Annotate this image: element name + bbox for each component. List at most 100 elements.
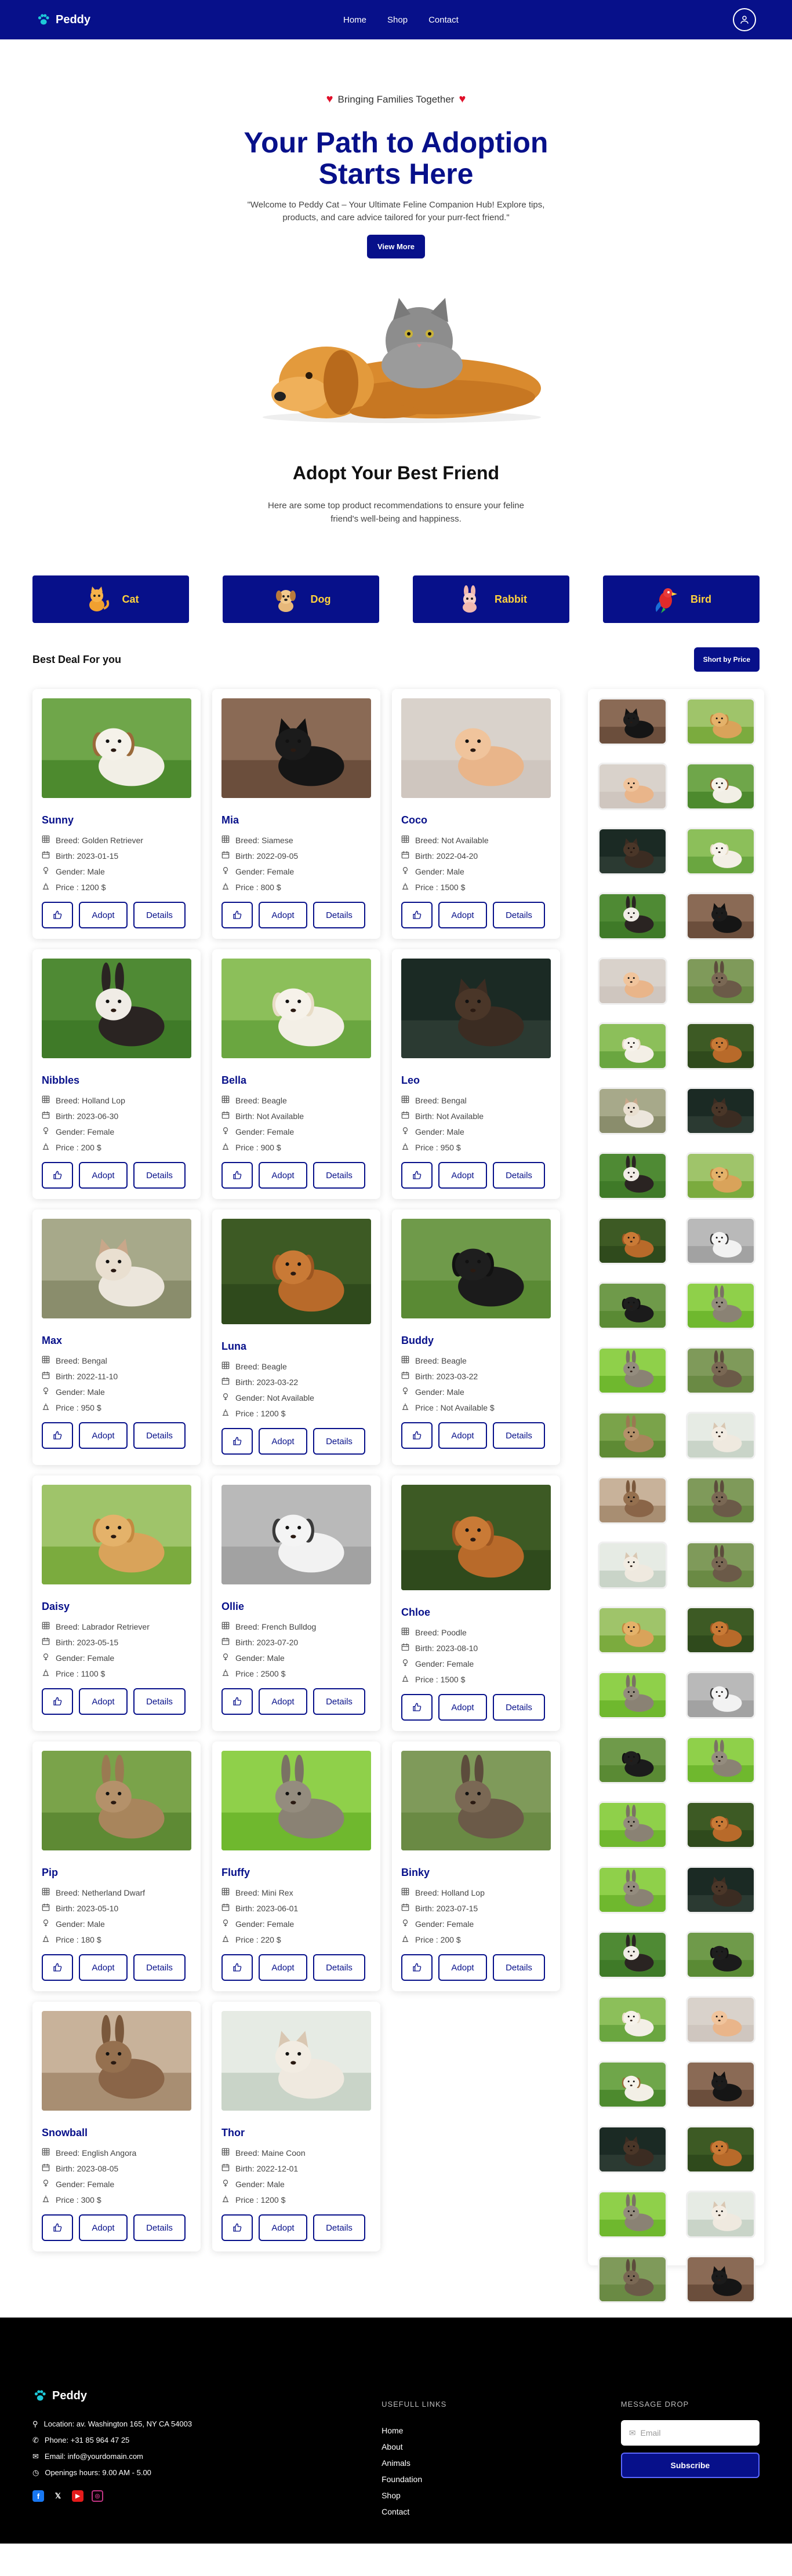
- liked-pet-thumbnail[interactable]: [688, 1154, 754, 1198]
- liked-pet-thumbnail[interactable]: [600, 699, 666, 744]
- like-button[interactable]: [401, 1694, 433, 1721]
- details-button[interactable]: Details: [133, 1954, 186, 1981]
- liked-pet-thumbnail[interactable]: [600, 1089, 666, 1133]
- like-button[interactable]: [401, 1954, 433, 1981]
- liked-pet-thumbnail[interactable]: [600, 1868, 666, 1912]
- liked-pet-thumbnail[interactable]: [600, 1154, 666, 1198]
- adopt-button[interactable]: Adopt: [259, 2214, 307, 2241]
- liked-pet-thumbnail[interactable]: [600, 1478, 666, 1522]
- adopt-button[interactable]: Adopt: [259, 1954, 307, 1981]
- category-rabbit-button[interactable]: Rabbit: [413, 575, 569, 623]
- liked-pet-thumbnail[interactable]: [600, 1673, 666, 1717]
- like-button[interactable]: [221, 1954, 253, 1981]
- like-button[interactable]: [401, 1162, 433, 1189]
- like-button[interactable]: [42, 1954, 73, 1981]
- details-button[interactable]: Details: [313, 2214, 365, 2241]
- like-button[interactable]: [221, 1688, 253, 1715]
- liked-pet-thumbnail[interactable]: [688, 1413, 754, 1458]
- like-button[interactable]: [42, 1688, 73, 1715]
- instagram-icon[interactable]: ◎: [92, 2490, 103, 2502]
- liked-pet-thumbnail[interactable]: [688, 1998, 754, 2042]
- liked-pet-thumbnail[interactable]: [688, 764, 754, 808]
- adopt-button[interactable]: Adopt: [438, 1422, 487, 1449]
- liked-pet-thumbnail[interactable]: [688, 1608, 754, 1652]
- x-icon[interactable]: 𝕏: [52, 2490, 64, 2502]
- liked-pet-thumbnail[interactable]: [688, 1738, 754, 1782]
- adopt-button[interactable]: Adopt: [438, 1694, 487, 1721]
- nav-shop-link[interactable]: Shop: [387, 15, 408, 25]
- adopt-button[interactable]: Adopt: [79, 902, 128, 928]
- view-more-button[interactable]: View More: [366, 235, 426, 258]
- youtube-icon[interactable]: ▶: [72, 2490, 83, 2502]
- facebook-icon[interactable]: f: [32, 2490, 44, 2502]
- liked-pet-thumbnail[interactable]: [600, 1608, 666, 1652]
- like-button[interactable]: [42, 1162, 73, 1189]
- adopt-button[interactable]: Adopt: [79, 1688, 128, 1715]
- like-button[interactable]: [221, 1428, 253, 1455]
- footer-link-shop[interactable]: Shop: [382, 2487, 621, 2504]
- adopt-button[interactable]: Adopt: [79, 1422, 128, 1449]
- nav-contact-link[interactable]: Contact: [428, 15, 459, 25]
- user-profile-button[interactable]: [733, 8, 756, 31]
- liked-pet-thumbnail[interactable]: [600, 1803, 666, 1847]
- details-button[interactable]: Details: [133, 2214, 186, 2241]
- liked-pet-thumbnail[interactable]: [688, 1349, 754, 1393]
- details-button[interactable]: Details: [493, 1422, 545, 1449]
- liked-pet-thumbnail[interactable]: [600, 1738, 666, 1782]
- liked-pet-thumbnail[interactable]: [600, 2192, 666, 2236]
- liked-pet-thumbnail[interactable]: [600, 1284, 666, 1328]
- like-button[interactable]: [401, 1422, 433, 1449]
- liked-pet-thumbnail[interactable]: [688, 1478, 754, 1522]
- liked-pet-thumbnail[interactable]: [688, 1284, 754, 1328]
- like-button[interactable]: [221, 1162, 253, 1189]
- liked-pet-thumbnail[interactable]: [600, 829, 666, 873]
- adopt-button[interactable]: Adopt: [438, 902, 487, 928]
- liked-pet-thumbnail[interactable]: [688, 1024, 754, 1068]
- liked-pet-thumbnail[interactable]: [600, 2127, 666, 2171]
- adopt-button[interactable]: Adopt: [438, 1162, 487, 1189]
- like-button[interactable]: [42, 2214, 73, 2241]
- liked-pet-thumbnail[interactable]: [688, 2127, 754, 2171]
- adopt-button[interactable]: Adopt: [259, 1428, 307, 1455]
- footer-link-home[interactable]: Home: [382, 2422, 621, 2439]
- details-button[interactable]: Details: [493, 1162, 545, 1189]
- liked-pet-thumbnail[interactable]: [688, 1089, 754, 1133]
- adopt-button[interactable]: Adopt: [79, 1954, 128, 1981]
- details-button[interactable]: Details: [313, 1162, 365, 1189]
- liked-pet-thumbnail[interactable]: [600, 2257, 666, 2301]
- liked-pet-thumbnail[interactable]: [688, 959, 754, 1003]
- liked-pet-thumbnail[interactable]: [688, 829, 754, 873]
- liked-pet-thumbnail[interactable]: [688, 1933, 754, 1977]
- footer-link-foundation[interactable]: Foundation: [382, 2471, 621, 2487]
- liked-pet-thumbnail[interactable]: [688, 1803, 754, 1847]
- liked-pet-thumbnail[interactable]: [600, 2063, 666, 2107]
- adopt-button[interactable]: Adopt: [79, 1162, 128, 1189]
- liked-pet-thumbnail[interactable]: [600, 1933, 666, 1977]
- details-button[interactable]: Details: [313, 1428, 365, 1455]
- adopt-button[interactable]: Adopt: [79, 2214, 128, 2241]
- details-button[interactable]: Details: [493, 1694, 545, 1721]
- like-button[interactable]: [42, 902, 73, 928]
- liked-pet-thumbnail[interactable]: [688, 1868, 754, 1912]
- footer-link-animals[interactable]: Animals: [382, 2455, 621, 2471]
- liked-pet-thumbnail[interactable]: [600, 764, 666, 808]
- liked-pet-thumbnail[interactable]: [600, 959, 666, 1003]
- details-button[interactable]: Details: [493, 902, 545, 928]
- details-button[interactable]: Details: [133, 902, 186, 928]
- adopt-button[interactable]: Adopt: [438, 1954, 487, 1981]
- footer-link-contact[interactable]: Contact: [382, 2504, 621, 2520]
- like-button[interactable]: [42, 1422, 73, 1449]
- footer-brand[interactable]: Peddy: [32, 2388, 382, 2403]
- adopt-button[interactable]: Adopt: [259, 1688, 307, 1715]
- details-button[interactable]: Details: [133, 1422, 186, 1449]
- adopt-button[interactable]: Adopt: [259, 902, 307, 928]
- liked-pet-thumbnail[interactable]: [688, 1673, 754, 1717]
- category-bird-button[interactable]: Bird: [603, 575, 760, 623]
- category-dog-button[interactable]: Dog: [223, 575, 379, 623]
- like-button[interactable]: [221, 2214, 253, 2241]
- like-button[interactable]: [401, 902, 433, 928]
- liked-pet-thumbnail[interactable]: [688, 2257, 754, 2301]
- adopt-button[interactable]: Adopt: [259, 1162, 307, 1189]
- liked-pet-thumbnail[interactable]: [600, 1543, 666, 1587]
- details-button[interactable]: Details: [133, 1688, 186, 1715]
